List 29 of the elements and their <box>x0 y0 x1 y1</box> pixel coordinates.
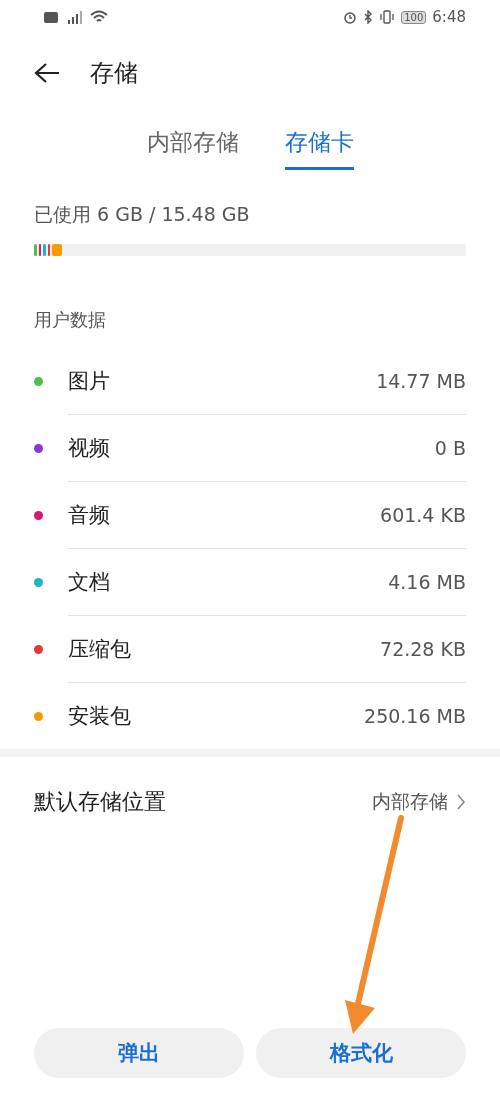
action-button[interactable]: 弹出 <box>34 1028 244 1078</box>
tab[interactable]: 存储卡 <box>284 126 354 170</box>
category-size: 14.77 MB <box>376 370 466 392</box>
category-name[interactable]: 文档 <box>68 568 389 596</box>
tab[interactable]: 内部存储 <box>146 126 239 170</box>
category-name[interactable]: 视频 <box>68 434 435 462</box>
page-title: 存储 <box>90 58 138 89</box>
category-name[interactable]: 安装包 <box>68 702 365 730</box>
action-button[interactable]: 格式化 <box>256 1028 466 1078</box>
category-size: 250.16 MB <box>364 705 466 727</box>
category-name[interactable]: 图片 <box>68 367 377 395</box>
chevron-icon <box>456 793 466 811</box>
section-title: 用户数据 <box>33 308 107 332</box>
alarm-icon <box>343 10 358 24</box>
back-icon[interactable] <box>34 62 60 84</box>
category-name[interactable]: 压缩包 <box>68 635 381 663</box>
category-size: 601.4 KB <box>380 504 466 526</box>
wifi-icon <box>90 10 108 24</box>
battery-level: 100 <box>401 10 427 24</box>
category-size: 0 B <box>434 437 466 459</box>
vibrate-icon <box>379 10 396 24</box>
bluetooth-icon <box>363 10 374 24</box>
setting-label[interactable]: 默认存储位置 <box>34 787 372 817</box>
setting-value: 内部存储 <box>372 789 448 814</box>
usage-text: 已使用 6 GB / 15.48 GB <box>34 202 251 227</box>
clock: 6:48 <box>432 8 466 26</box>
category-name[interactable]: 音频 <box>68 501 381 529</box>
category-size: 4.16 MB <box>388 571 466 593</box>
category-size: 72.28 KB <box>380 638 466 660</box>
